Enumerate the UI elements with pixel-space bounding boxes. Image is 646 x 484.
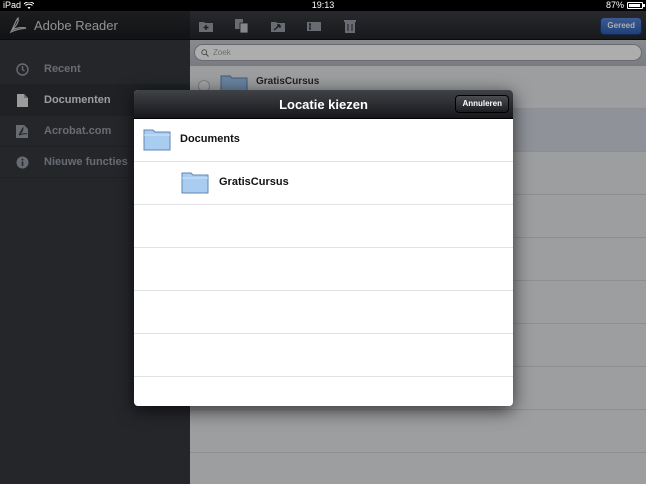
folder-label: GratisCursus <box>219 176 289 188</box>
empty-row <box>134 334 513 377</box>
choose-location-dialog: Locatie kiezen Annuleren Documents Grati… <box>134 90 513 406</box>
folder-label: Documents <box>180 133 240 145</box>
empty-row <box>134 205 513 248</box>
dialog-header: Locatie kiezen Annuleren <box>134 90 513 119</box>
cancel-button[interactable]: Annuleren <box>455 95 509 113</box>
battery-icon <box>627 2 645 9</box>
clock-time: 19:13 <box>311 0 335 10</box>
folder-row-gratiscursus[interactable]: GratisCursus <box>134 162 513 205</box>
battery-percent: 87% <box>605 0 624 10</box>
folder-icon <box>143 129 171 151</box>
folder-row-documents[interactable]: Documents <box>134 119 513 162</box>
status-bar: iPad 19:13 87% <box>0 0 646 11</box>
empty-row <box>134 291 513 334</box>
empty-row <box>134 248 513 291</box>
folder-icon <box>181 172 209 194</box>
